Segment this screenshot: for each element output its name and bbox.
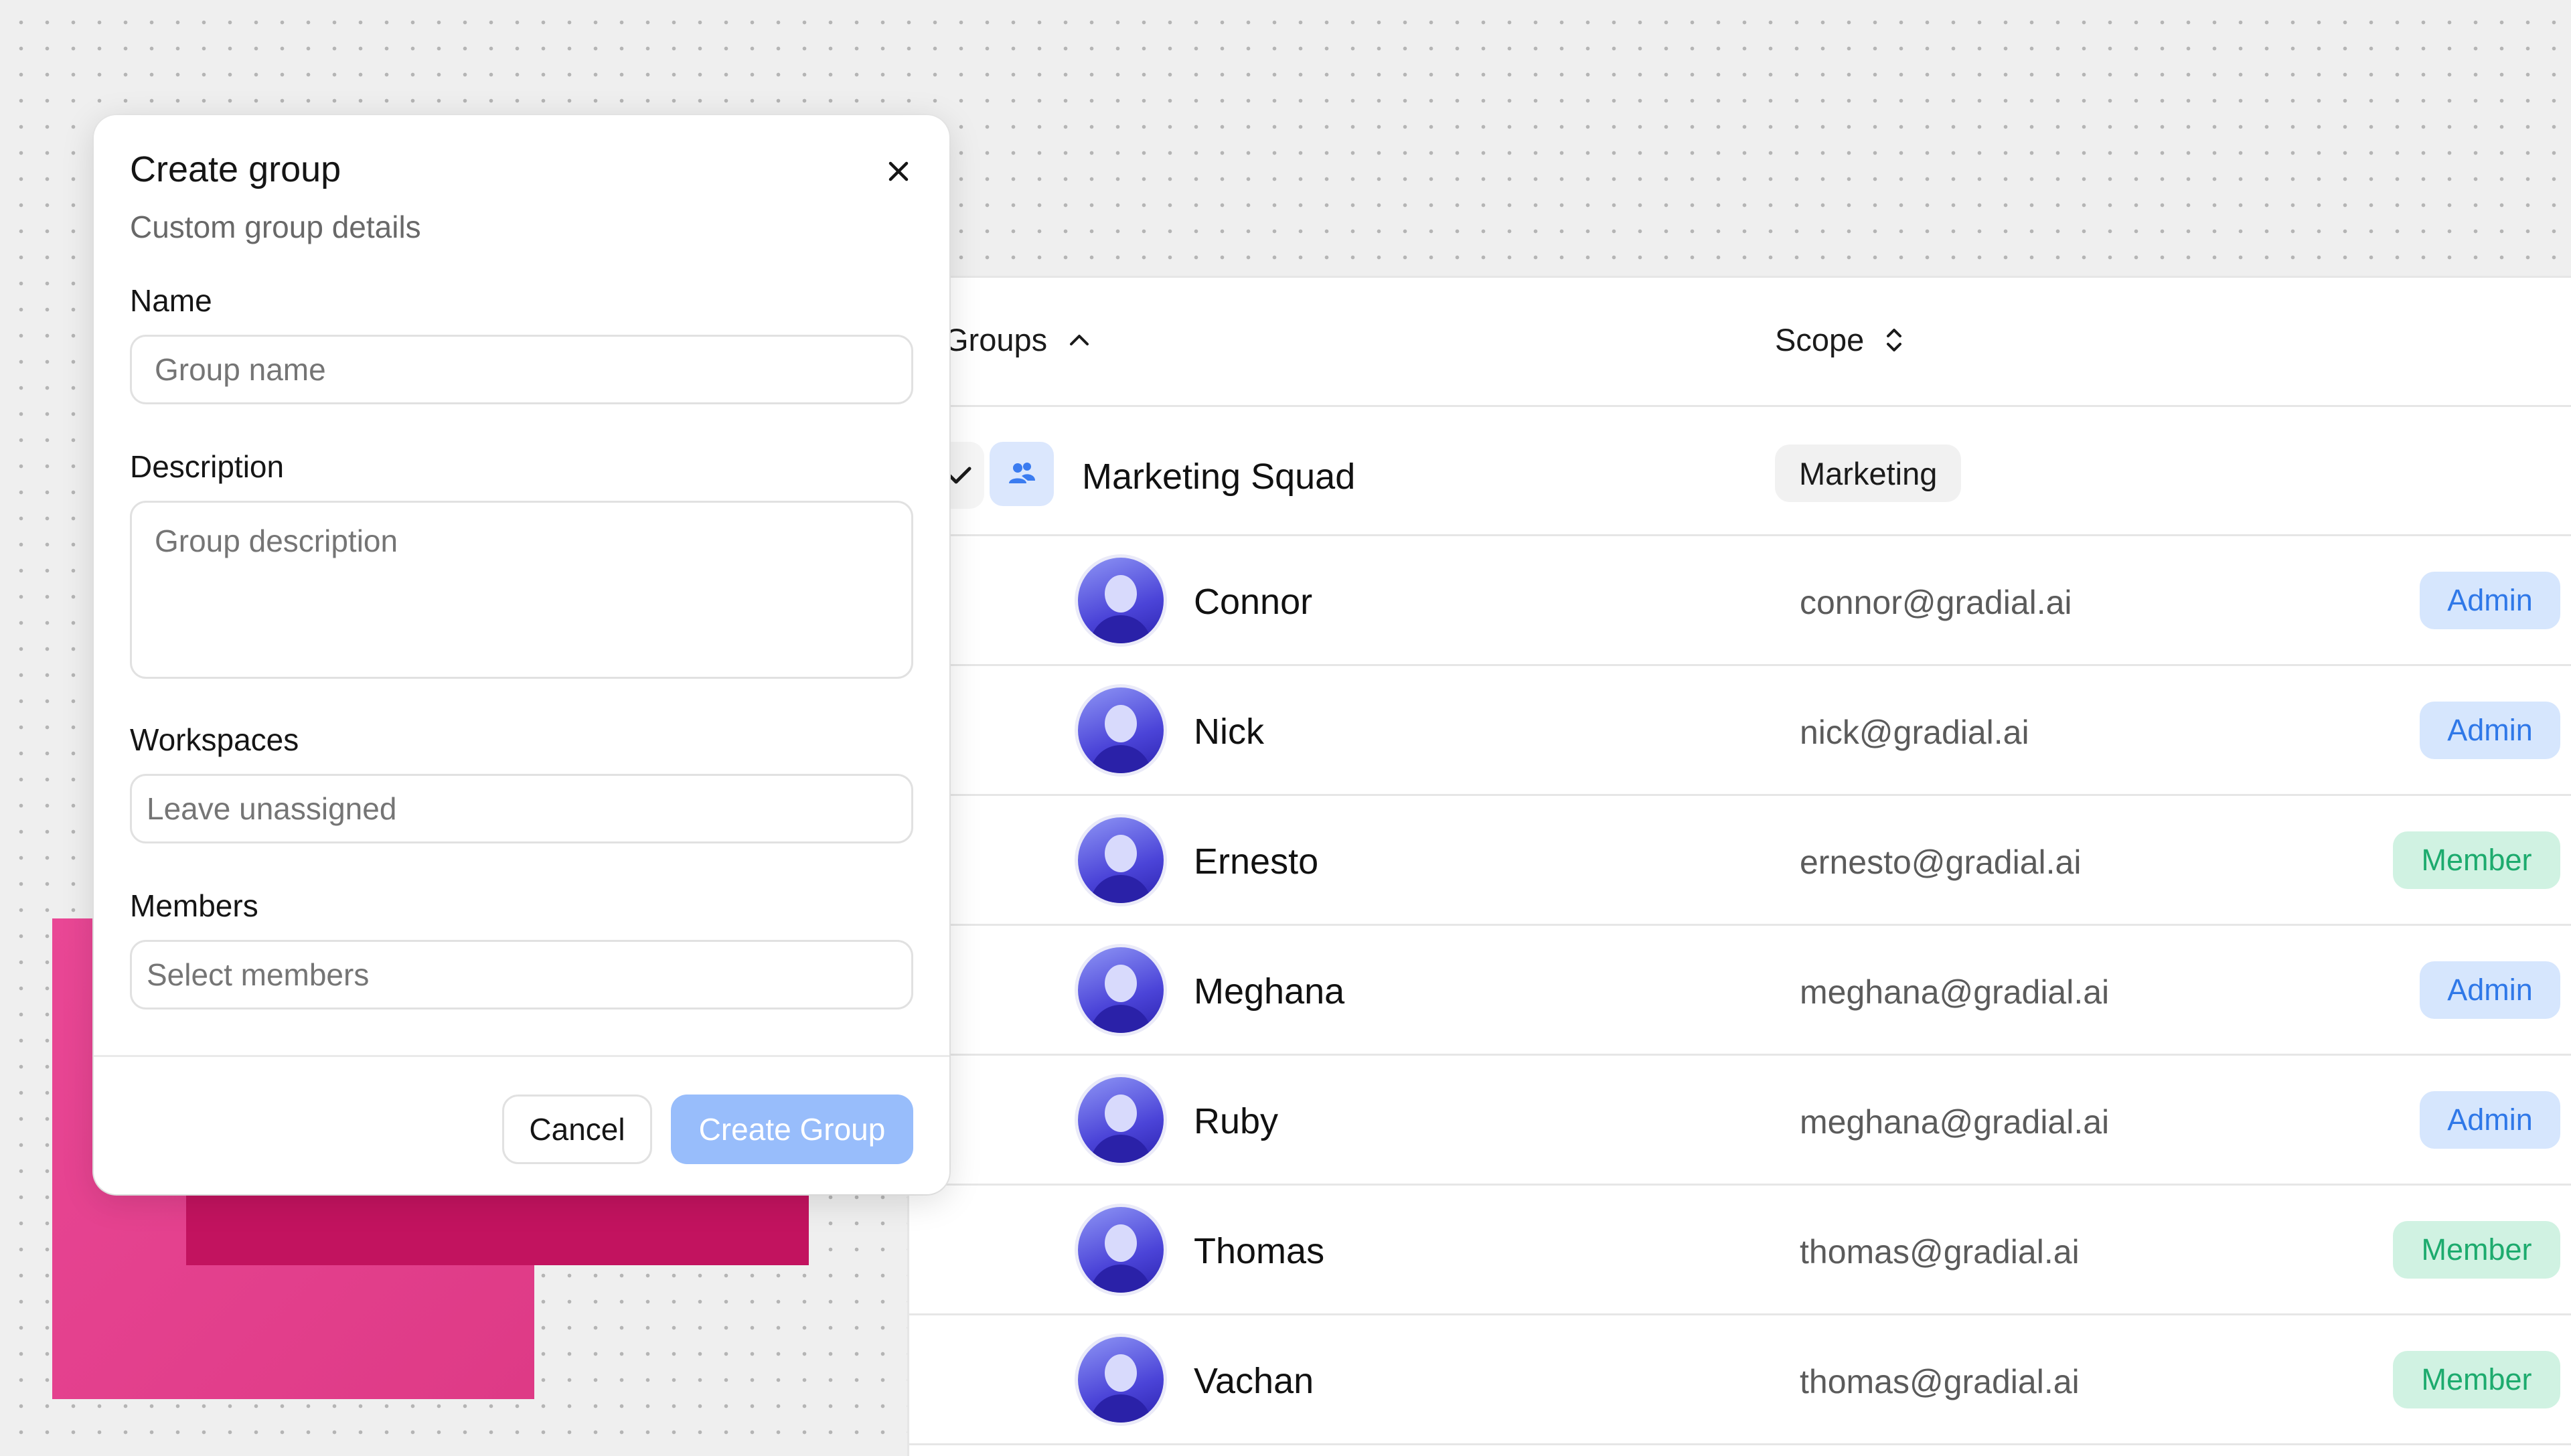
dialog-footer: Cancel Create Group <box>94 1055 949 1194</box>
dialog-title: Create group <box>130 149 341 189</box>
user-email: thomas@gradial.ai <box>1800 1363 2080 1400</box>
avatar <box>1078 1207 1164 1293</box>
user-name: Thomas <box>1194 1231 1325 1271</box>
user-name: Meghana <box>1194 971 1345 1012</box>
role-badge: Member <box>2393 1351 2560 1408</box>
user-email: ernesto@gradial.ai <box>1800 843 2082 881</box>
role-badge: Admin <box>2420 1091 2560 1149</box>
scope-column-header[interactable]: Scope <box>1775 321 1904 358</box>
user-name: Connor <box>1194 582 1313 622</box>
user-email: connor@gradial.ai <box>1800 584 2072 621</box>
check-icon <box>947 467 971 484</box>
members-label: Members <box>130 888 258 923</box>
users-icon <box>990 442 1054 506</box>
workspaces-label: Workspaces <box>130 722 299 757</box>
close-button[interactable] <box>878 151 919 191</box>
table-row[interactable]: Ruby meghana@gradial.ai Admin <box>909 1056 2571 1186</box>
members-select[interactable] <box>130 940 913 1009</box>
role-badge: Member <box>2393 831 2560 889</box>
group-name: Marketing Squad <box>1082 457 1356 497</box>
name-label: Name <box>130 283 212 318</box>
user-name: Nick <box>1194 712 1264 752</box>
sort-ascending-icon <box>1070 334 1089 345</box>
dialog-subtitle: Custom group details <box>130 210 421 244</box>
table-row[interactable]: Connor connor@gradial.ai Admin <box>909 536 2571 666</box>
user-name: Ernesto <box>1194 841 1319 882</box>
role-badge: Member <box>2393 1221 2560 1279</box>
role-badge: Admin <box>2420 572 2560 629</box>
group-description-input[interactable] <box>130 501 913 679</box>
groups-column-header[interactable]: Groups <box>944 321 1091 358</box>
create-group-dialog: Create group Custom group details Name D… <box>94 115 949 1194</box>
group-row[interactable]: Marketing Squad Marketing <box>904 407 2571 536</box>
workspaces-select[interactable] <box>130 774 913 843</box>
avatar <box>1078 687 1164 773</box>
user-name: Vachan <box>1194 1361 1314 1401</box>
avatar <box>1078 947 1164 1033</box>
cancel-button[interactable]: Cancel <box>502 1095 652 1164</box>
avatar <box>1078 1337 1164 1423</box>
create-group-button[interactable]: Create Group <box>671 1095 913 1164</box>
description-label: Description <box>130 449 285 484</box>
user-email: nick@gradial.ai <box>1800 714 2029 751</box>
groups-header-label: Groups <box>944 322 1048 357</box>
scope-badge: Marketing <box>1775 444 1962 502</box>
table-header: Groups Scope <box>909 278 2571 407</box>
sort-icon <box>1887 328 1902 351</box>
user-email: meghana@gradial.ai <box>1800 1103 2110 1141</box>
table-row[interactable]: Vachan thomas@gradial.ai Member <box>909 1315 2571 1445</box>
table-row[interactable]: Meghana meghana@gradial.ai Admin <box>909 926 2571 1056</box>
table-row[interactable]: Nick nick@gradial.ai Admin <box>909 666 2571 796</box>
close-icon <box>888 161 909 181</box>
user-name: Ruby <box>1194 1101 1279 1141</box>
group-name-input[interactable] <box>130 335 913 404</box>
table-row[interactable]: Ernesto ernesto@gradial.ai Member <box>909 796 2571 926</box>
avatar <box>1078 558 1164 643</box>
scope-header-label: Scope <box>1775 322 1865 357</box>
user-email: thomas@gradial.ai <box>1800 1233 2080 1271</box>
avatar <box>1078 817 1164 903</box>
table-row[interactable]: Thomas thomas@gradial.ai Member <box>909 1186 2571 1315</box>
user-email: meghana@gradial.ai <box>1800 973 2110 1011</box>
role-badge: Admin <box>2420 702 2560 759</box>
avatar <box>1078 1077 1164 1163</box>
groups-table: Groups Scope Marketing Squad Marketing C… <box>904 276 2571 1456</box>
role-badge: Admin <box>2420 961 2560 1019</box>
